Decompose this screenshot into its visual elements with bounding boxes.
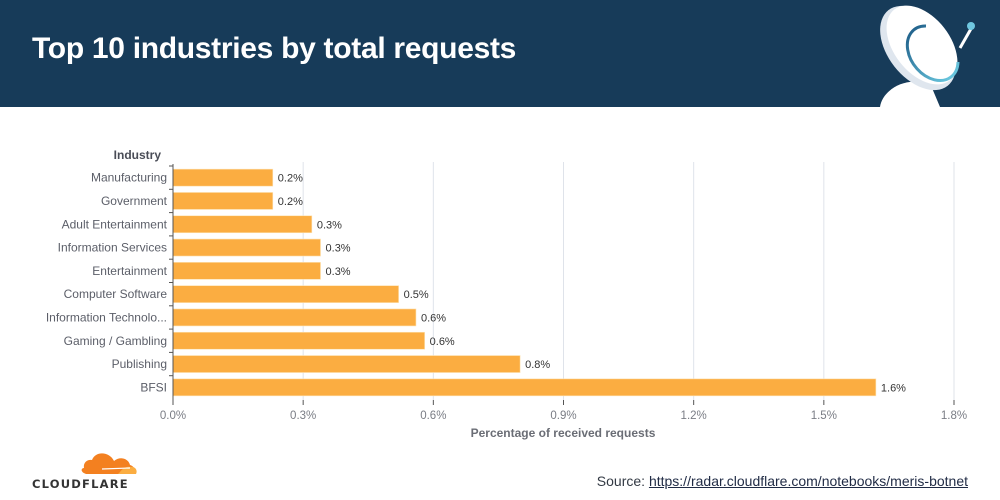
chart-title: Top 10 industries by total requests — [32, 32, 517, 65]
satellite-dish-icon — [880, 5, 975, 107]
bar — [172, 262, 321, 280]
x-axis-title: Percentage of received requests — [471, 426, 656, 440]
bars: Manufacturing 0.2% Government 0.2% Adult Ent… — [46, 168, 906, 397]
category-label: Computer Software — [64, 287, 168, 301]
value-label: 0.5% — [404, 289, 429, 301]
value-label: 0.2% — [278, 173, 303, 185]
x-tick-label: 0.9% — [550, 410, 576, 422]
bar — [172, 308, 417, 327]
category-label: Manufacturing — [91, 171, 167, 185]
x-tick-label: 0.6% — [420, 410, 446, 422]
category-label: Publishing — [112, 357, 167, 371]
bar-chart: Industry Manufacturing 0.2% Government 0.2%… — [46, 148, 967, 440]
y-axis-title: Industry — [114, 148, 162, 162]
cloudflare-logo-icon — [81, 453, 137, 474]
category-label: Adult Entertainment — [62, 217, 168, 231]
value-label: 0.3% — [326, 266, 351, 278]
header-banner: Top 10 industries by total requests — [0, 0, 1000, 107]
bar — [172, 331, 425, 350]
x-tick-label: 0.0% — [160, 410, 186, 422]
x-tick-label: 1.5% — [811, 410, 837, 422]
bar — [172, 355, 521, 373]
source-prefix: Source: — [596, 473, 649, 489]
category-label: Gaming / Gambling — [64, 334, 167, 348]
value-label: 1.6% — [881, 382, 906, 394]
bar — [172, 192, 274, 210]
category-label: BFSI — [140, 380, 167, 394]
bar — [172, 378, 877, 397]
source-link[interactable]: https://radar.cloudflare.com/notebooks/m… — [649, 473, 968, 489]
source-attribution: Source: https://radar.cloudflare.com/not… — [597, 473, 968, 489]
bar — [172, 215, 313, 234]
value-label: 0.3% — [326, 243, 351, 255]
value-label: 0.3% — [317, 219, 342, 231]
value-label: 0.8% — [525, 359, 550, 371]
category-label: Information Services — [58, 241, 167, 255]
bar — [172, 285, 399, 303]
x-tick-label: 1.2% — [681, 410, 707, 422]
value-label: 0.6% — [430, 336, 455, 348]
value-label: 0.6% — [421, 312, 446, 324]
category-label: Information Technolo... — [46, 310, 167, 324]
x-tick-label: 0.3% — [290, 410, 316, 422]
category-label: Entertainment — [92, 264, 167, 278]
bar — [172, 238, 321, 257]
bar — [172, 168, 274, 187]
category-label: Government — [101, 194, 168, 208]
value-label: 0.2% — [278, 196, 303, 208]
x-tick-label: 1.8% — [941, 410, 967, 422]
cloudflare-wordmark: CLOUDFLARE — [32, 477, 129, 491]
